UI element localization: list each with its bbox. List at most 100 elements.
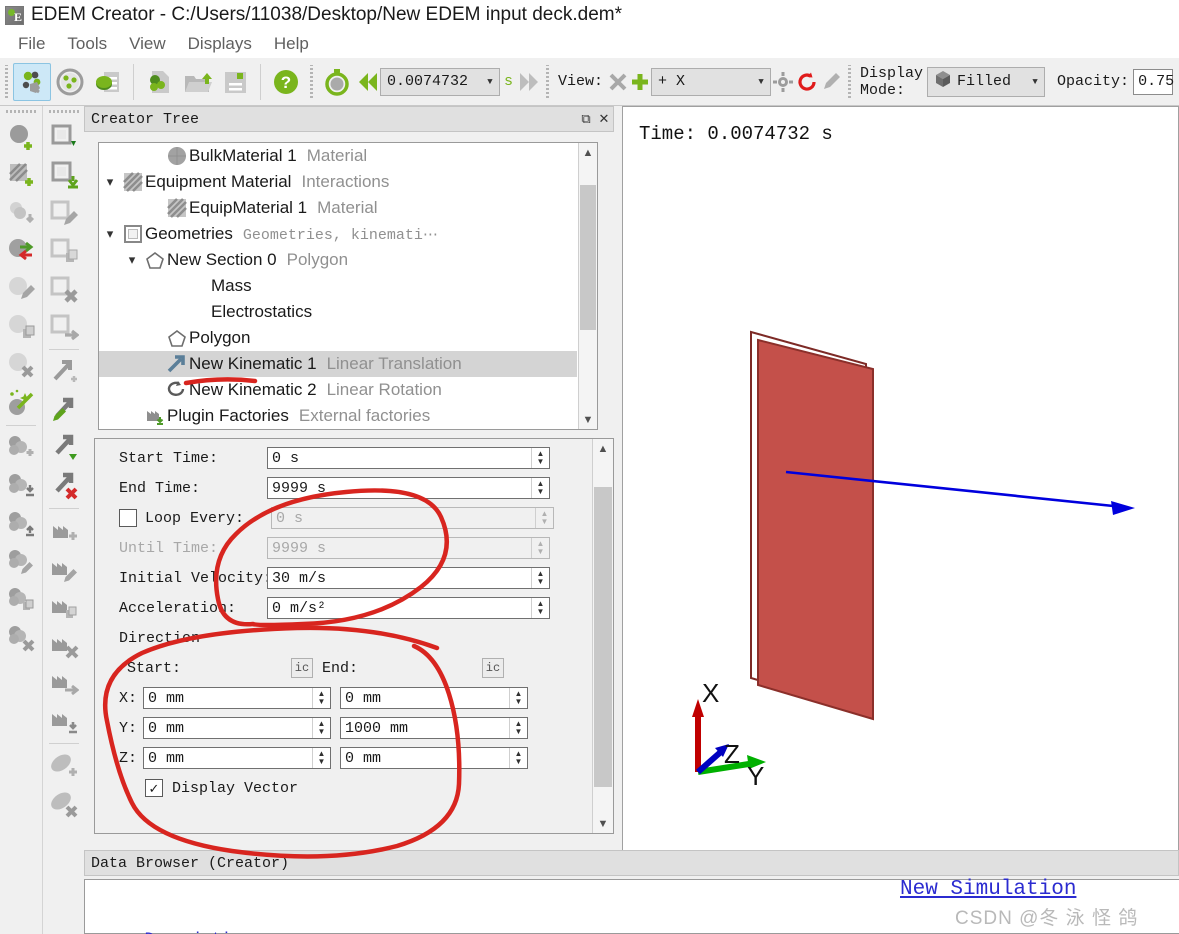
kinematic-delete-icon[interactable]	[45, 467, 83, 505]
opacity-input[interactable]: 0.75	[1133, 68, 1174, 95]
direction-z-end-stepper[interactable]: ▲ ▼	[509, 748, 527, 768]
geometry-add-icon[interactable]	[45, 118, 83, 156]
tree-row[interactable]: ▾ Geometries Geometries, kinemati⋯	[99, 221, 577, 247]
tree-row[interactable]: New Kinematic 1 Linear Translation	[99, 351, 577, 377]
direction-z-start-input[interactable]: 0 mm ▲ ▼	[143, 747, 331, 769]
creator-mode-icon[interactable]	[13, 62, 51, 101]
scroll-down-icon[interactable]: ▼	[579, 410, 597, 429]
view-settings-gear-icon[interactable]	[771, 63, 795, 101]
loop-every-checkbox[interactable]	[119, 509, 137, 527]
toolbar-grip[interactable]	[544, 64, 552, 99]
kinematic-add-icon[interactable]	[45, 353, 83, 391]
scroll-down-icon[interactable]: ▼	[593, 814, 613, 833]
menu-view[interactable]: View	[118, 30, 177, 58]
geometry-copy-icon[interactable]	[45, 232, 83, 270]
new-deck-icon[interactable]	[140, 63, 178, 101]
geometry-delete-icon[interactable]	[45, 270, 83, 308]
chevron-down-icon[interactable]: ▼	[481, 77, 499, 87]
view-axis-combo[interactable]: + X ▼	[651, 67, 772, 96]
physics-add-icon[interactable]	[45, 747, 83, 785]
scroll-thumb[interactable]	[580, 185, 596, 330]
simulation-time-combo[interactable]: 0.0074732 ▼	[380, 67, 500, 96]
creator-tree-list[interactable]: BulkMaterial 1 Material ▾ Equipment Materia…	[98, 142, 598, 430]
initial-velocity-stepper[interactable]: ▲ ▼	[531, 568, 549, 588]
close-icon[interactable]: ✕	[595, 109, 613, 129]
display-mode-combo[interactable]: Filled ▼	[927, 66, 1046, 97]
save-deck-icon[interactable]	[216, 63, 254, 101]
tree-row[interactable]: New Kinematic 2 Linear Rotation	[99, 377, 577, 403]
add-view-icon[interactable]	[629, 63, 651, 101]
help-icon[interactable]: ?	[267, 63, 305, 101]
direction-y-end-input[interactable]: 1000 mm ▲ ▼	[340, 717, 528, 739]
direction-x-start-input[interactable]: 0 mm ▲ ▼	[143, 687, 331, 709]
scroll-up-icon[interactable]: ▲	[593, 439, 613, 458]
material-wizard-icon[interactable]	[2, 384, 40, 422]
tree-row[interactable]: Polygon	[99, 325, 577, 351]
until-time-input[interactable]: 9999 s ▲ ▼	[267, 537, 550, 559]
kinematic-edit-icon[interactable]	[45, 391, 83, 429]
loop-every-stepper[interactable]: ▲ ▼	[535, 508, 553, 528]
particle-import-icon[interactable]	[2, 467, 40, 505]
restore-icon[interactable]: ⧉	[577, 109, 595, 129]
menu-file[interactable]: File	[7, 30, 56, 58]
factory-copy-icon[interactable]	[45, 588, 83, 626]
tree-vertical-scrollbar[interactable]: ▲ ▼	[578, 143, 597, 429]
start-time-input[interactable]: 0 s ▲ ▼	[267, 447, 550, 469]
direction-start-ic-button[interactable]: ic	[291, 658, 313, 678]
particle-edit-icon[interactable]	[2, 543, 40, 581]
new-simulation-link[interactable]: New Simulation	[900, 878, 1076, 901]
material-delete-icon[interactable]	[2, 346, 40, 384]
direction-x-end-stepper[interactable]: ▲ ▼	[509, 688, 527, 708]
description-link[interactable]: Description	[129, 930, 251, 934]
particle-export-icon[interactable]	[2, 505, 40, 543]
menu-help[interactable]: Help	[263, 30, 320, 58]
tree-row[interactable]: Mass	[99, 273, 577, 299]
factory-add-icon[interactable]	[45, 512, 83, 550]
menu-displays[interactable]: Displays	[177, 30, 263, 58]
analyst-mode-icon[interactable]	[89, 63, 127, 101]
material-transfer-icon[interactable]	[2, 232, 40, 270]
tree-row[interactable]: ▾ New Section 0 Polygon	[99, 247, 577, 273]
geometry-transfer-icon[interactable]	[45, 308, 83, 346]
menu-tools[interactable]: Tools	[56, 30, 118, 58]
toolbar-grip[interactable]	[846, 64, 854, 99]
properties-vertical-scrollbar[interactable]: ▲ ▼	[592, 439, 613, 833]
direction-y-start-stepper[interactable]: ▲ ▼	[312, 718, 330, 738]
physics-delete-icon[interactable]	[45, 785, 83, 823]
acceleration-stepper[interactable]: ▲ ▼	[531, 598, 549, 618]
factory-import-icon[interactable]	[45, 702, 83, 740]
end-time-input[interactable]: 9999 s ▲ ▼	[267, 477, 550, 499]
toolbar-grip[interactable]	[3, 64, 10, 99]
particle-delete-icon[interactable]	[2, 619, 40, 657]
direction-x-end-input[interactable]: 0 mm ▲ ▼	[340, 687, 528, 709]
scroll-up-icon[interactable]: ▲	[579, 143, 597, 162]
direction-x-start-stepper[interactable]: ▲ ▼	[312, 688, 330, 708]
direction-end-ic-button[interactable]: ic	[482, 658, 504, 678]
until-time-stepper[interactable]: ▲ ▼	[531, 538, 549, 558]
material-copy-icon[interactable]	[2, 308, 40, 346]
chevron-down-icon[interactable]: ▾	[121, 252, 143, 268]
direction-z-end-input[interactable]: 0 mm ▲ ▼	[340, 747, 528, 769]
fast-forward-icon[interactable]	[517, 63, 541, 101]
tree-row[interactable]: Plugin Factories External factories	[99, 403, 577, 429]
tree-row[interactable]: EquipMaterial 1 Material	[99, 195, 577, 221]
material-import-icon[interactable]	[2, 194, 40, 232]
simulator-mode-icon[interactable]	[51, 63, 89, 101]
3d-viewport[interactable]: Time: 0.0074732 s X Y Z	[622, 106, 1179, 853]
direction-y-start-input[interactable]: 0 mm ▲ ▼	[143, 717, 331, 739]
reset-view-icon[interactable]	[795, 63, 819, 101]
equipment-material-add-icon[interactable]	[2, 156, 40, 194]
edit-view-icon[interactable]	[819, 63, 843, 101]
material-edit-icon[interactable]	[2, 270, 40, 308]
factory-edit-icon[interactable]	[45, 550, 83, 588]
chevron-down-icon[interactable]: ▼	[752, 77, 770, 87]
acceleration-input[interactable]: 0 m/s² ▲ ▼	[267, 597, 550, 619]
particle-copy-icon[interactable]	[2, 581, 40, 619]
kinematic-copy-icon[interactable]	[45, 429, 83, 467]
geometry-import-icon[interactable]	[45, 156, 83, 194]
direction-y-end-stepper[interactable]: ▲ ▼	[509, 718, 527, 738]
factory-transfer-icon[interactable]	[45, 664, 83, 702]
factory-delete-icon[interactable]	[45, 626, 83, 664]
scroll-thumb[interactable]	[594, 487, 612, 787]
loop-every-input[interactable]: 0 s ▲ ▼	[271, 507, 554, 529]
